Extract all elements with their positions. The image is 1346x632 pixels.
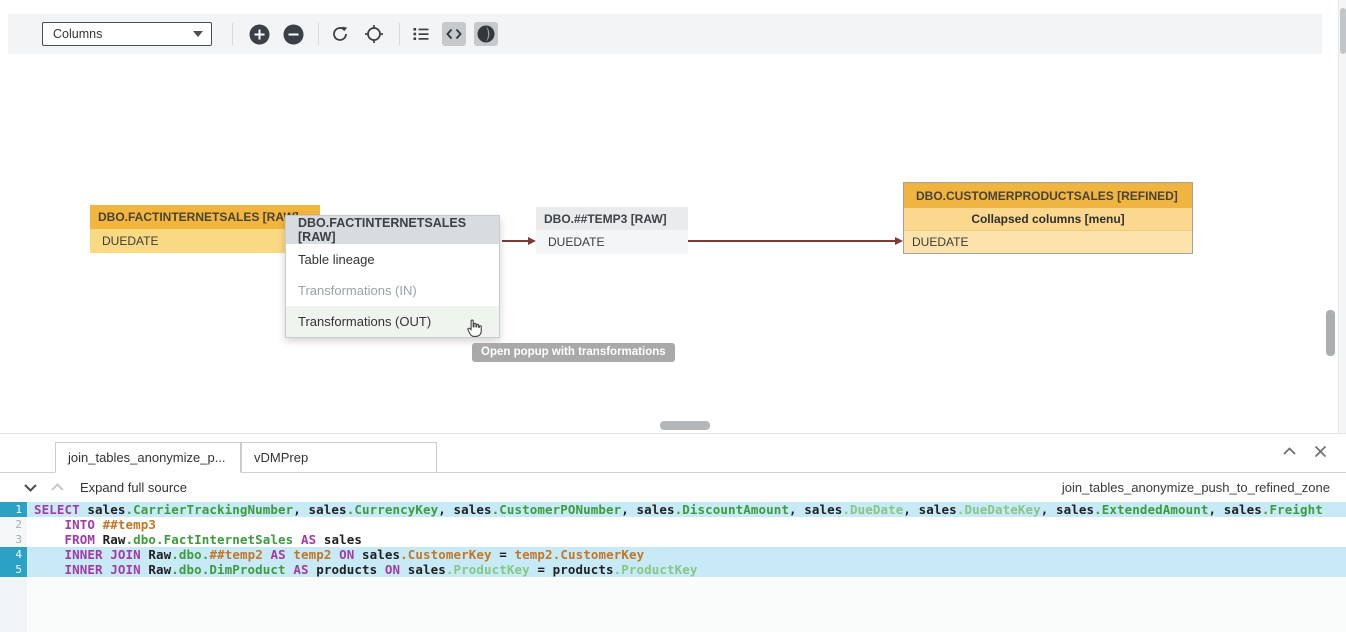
collapse-panel-button[interactable] — [1281, 443, 1298, 460]
sql-code-viewer[interactable]: 1SELECT sales.CarrierTrackingNumber, sal… — [0, 502, 1346, 632]
lineage-canvas[interactable]: Columns — [0, 0, 1346, 433]
code-text: INTO ##temp3 — [27, 517, 1346, 532]
table-node-customerproductsales[interactable]: DBO.CUSTOMERPRODUCTSALES [REFINED] Colla… — [903, 182, 1193, 254]
code-text: INNER JOIN Raw.dbo.##temp2 AS temp2 ON s… — [27, 547, 1346, 562]
chevron-up-icon — [49, 479, 66, 496]
tooltip: Open popup with transformations — [472, 343, 675, 362]
line-number: 3 — [0, 532, 27, 547]
zoom-in-icon — [249, 24, 270, 45]
lineage-arrowhead — [895, 237, 903, 245]
window-scrollbar-thumb[interactable] — [1340, 8, 1346, 54]
chevron-up-icon — [1281, 443, 1298, 460]
expand-source-button[interactable] — [22, 479, 39, 496]
code-empty-area — [0, 577, 1346, 632]
line-number: 2 — [0, 517, 27, 532]
close-panel-button[interactable] — [1312, 443, 1329, 460]
source-toolbar: Expand full source join_tables_anonymize… — [0, 473, 1346, 502]
contrast-icon — [476, 24, 496, 44]
line-number: 4 — [0, 547, 27, 562]
lineage-arrow — [502, 240, 529, 242]
line-number: 1 — [0, 502, 27, 517]
table-node-title[interactable]: DBO.CUSTOMERPRODUCTSALES [REFINED] — [904, 183, 1192, 208]
zoom-out-button[interactable] — [281, 22, 305, 46]
toolbar-divider — [399, 23, 400, 45]
window-scrollbar-track[interactable] — [1338, 0, 1346, 450]
expand-full-source-label: Expand full source — [80, 480, 187, 495]
code-view-button[interactable] — [442, 22, 466, 46]
code-line: 3 FROM Raw.dbo.FactInternetSales AS sale… — [0, 532, 1346, 547]
code-text: SELECT sales.CarrierTrackingNumber, sale… — [27, 502, 1346, 517]
source-tabbar: join_tables_anonymize_p... vDMPrep — [0, 434, 1346, 473]
zoom-out-icon — [283, 24, 304, 45]
table-node-column[interactable]: DUEDATE — [904, 231, 1192, 253]
fit-view-icon — [364, 24, 384, 44]
code-text: FROM Raw.dbo.FactInternetSales AS sales — [27, 532, 1346, 547]
chevron-down-icon — [193, 31, 203, 37]
lineage-app: Columns — [0, 0, 1346, 632]
source-name: join_tables_anonymize_push_to_refined_zo… — [1062, 480, 1330, 495]
tab-join-tables-anonymize[interactable]: join_tables_anonymize_p... — [55, 442, 241, 473]
source-panel: join_tables_anonymize_p... vDMPrep — [0, 433, 1346, 632]
lineage-arrow — [688, 240, 896, 242]
tab-vdmprep[interactable]: vDMPrep — [241, 442, 437, 472]
context-menu-item[interactable]: Table lineage — [286, 244, 499, 275]
code-line: 5 INNER JOIN Raw.dbo.DimProduct AS produ… — [0, 562, 1346, 577]
list-view-button[interactable] — [409, 22, 433, 46]
list-view-icon — [411, 24, 431, 44]
close-icon — [1312, 443, 1329, 460]
toolbar-divider — [232, 23, 233, 45]
vertical-scrollbar-thumb[interactable] — [1326, 310, 1335, 356]
context-menu-title: DBO.FACTINTERNETSALES [RAW] — [286, 216, 499, 244]
collapsed-columns-menu[interactable]: Collapsed columns [menu] — [904, 208, 1192, 231]
line-number: 5 — [0, 562, 27, 577]
code-icon — [445, 25, 463, 43]
context-menu-item: Transformations (IN) — [286, 275, 499, 306]
code-line: 2 INTO ##temp3 — [0, 517, 1346, 532]
columns-dropdown[interactable]: Columns — [42, 22, 212, 46]
code-text: INNER JOIN Raw.dbo.DimProduct AS product… — [27, 562, 1346, 577]
code-line: 4 INNER JOIN Raw.dbo.##temp2 AS temp2 ON… — [0, 547, 1346, 562]
fit-view-button[interactable] — [362, 22, 386, 46]
collapse-source-button — [49, 479, 66, 496]
diagram-toolbar: Columns — [8, 14, 1322, 54]
toolbar-divider — [318, 23, 319, 45]
horizontal-scrollbar-thumb[interactable] — [660, 421, 710, 430]
table-node-title[interactable]: DBO.##TEMP3 [RAW] — [536, 207, 688, 230]
contrast-button[interactable] — [474, 22, 498, 46]
table-node-temp3[interactable]: DBO.##TEMP3 [RAW] DUEDATE — [536, 207, 688, 254]
table-node-column[interactable]: DUEDATE — [536, 230, 688, 254]
refresh-button[interactable] — [328, 22, 352, 46]
lineage-arrowhead — [528, 237, 536, 245]
code-line: 1SELECT sales.CarrierTrackingNumber, sal… — [0, 502, 1346, 517]
columns-dropdown-value: Columns — [53, 27, 102, 41]
refresh-icon — [330, 24, 350, 44]
chevron-down-icon — [22, 479, 39, 496]
zoom-in-button[interactable] — [247, 22, 271, 46]
hand-cursor-icon — [464, 318, 483, 339]
